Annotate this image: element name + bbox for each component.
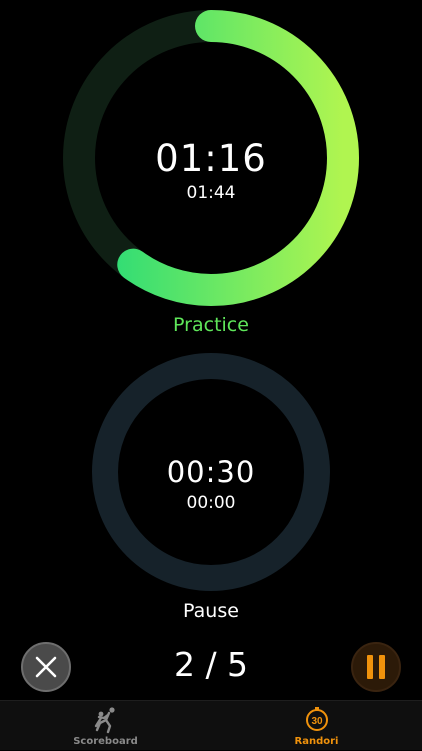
practice-phase-label: Practice	[173, 314, 249, 336]
tab-bar: Scoreboard 30 Randori	[0, 700, 422, 750]
pause-remaining-time: 00:30	[166, 455, 256, 489]
tab-scoreboard[interactable]: Scoreboard	[0, 701, 211, 751]
pause-button[interactable]	[351, 642, 401, 692]
pause-phase-label: Pause	[183, 600, 239, 622]
practice-remaining-time: 01:16	[155, 137, 267, 180]
randori-timer-icon: 30	[306, 707, 328, 731]
tab-randori-label: Randori	[294, 736, 339, 747]
svg-text:30: 30	[311, 716, 323, 727]
pause-icon	[367, 655, 385, 679]
tab-randori[interactable]: 30 Randori	[211, 701, 422, 751]
practice-total-time: 01:44	[186, 183, 236, 203]
judo-throw-icon	[94, 707, 115, 734]
pause-total-time: 00:00	[186, 493, 236, 513]
tab-scoreboard-label: Scoreboard	[73, 736, 138, 747]
